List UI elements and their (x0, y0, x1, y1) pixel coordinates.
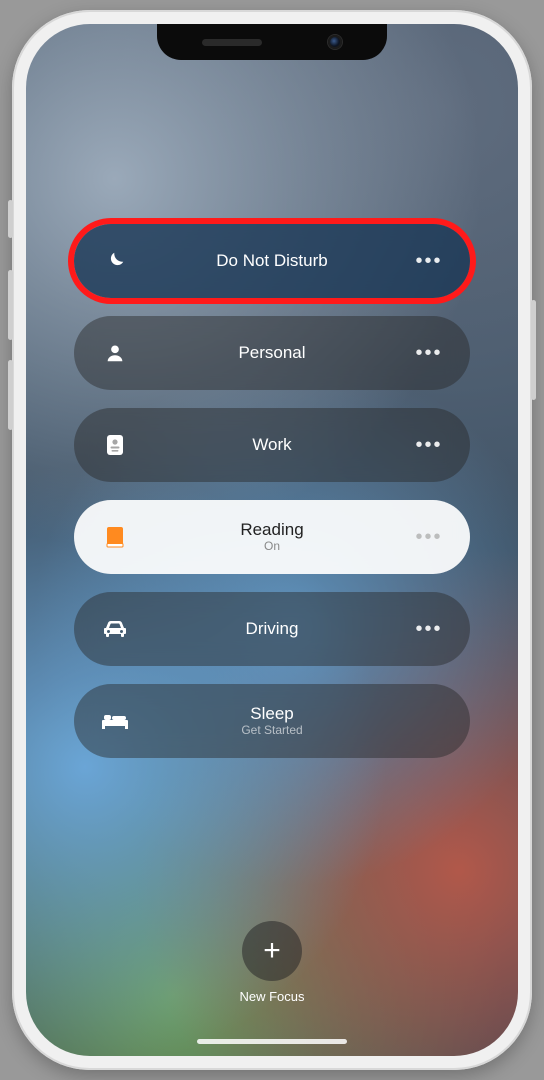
focus-row-work[interactable]: Work ••• (74, 408, 470, 482)
badge-icon (98, 433, 132, 457)
focus-label-wrap: ReadingOn (132, 520, 412, 554)
focus-label: Driving (246, 619, 299, 639)
focus-label-wrap: Personal (132, 343, 412, 363)
moon-icon (98, 250, 132, 272)
focus-row-dnd[interactable]: Do Not Disturb ••• (74, 224, 470, 298)
focus-mode-list: Do Not Disturb•••Personal•••Work•••Readi… (74, 224, 470, 758)
focus-row-personal[interactable]: Personal ••• (74, 316, 470, 390)
notch (157, 24, 387, 60)
screen: Do Not Disturb•••Personal•••Work•••Readi… (26, 24, 518, 1056)
focus-label-wrap: Work (132, 435, 412, 455)
focus-label-wrap: Do Not Disturb (132, 251, 412, 271)
speaker-grille (202, 39, 262, 46)
bed-icon (98, 712, 132, 730)
focus-row-driving[interactable]: Driving ••• (74, 592, 470, 666)
side-button (531, 300, 536, 400)
car-icon (98, 619, 132, 639)
focus-label: Sleep (250, 704, 293, 724)
new-focus-group: + New Focus (26, 921, 518, 1004)
book-icon (98, 526, 132, 548)
focus-label-wrap: Driving (132, 619, 412, 639)
more-options-button[interactable]: ••• (412, 342, 446, 365)
more-options-button[interactable]: ••• (412, 250, 446, 273)
person-icon (98, 342, 132, 364)
more-options-button[interactable]: ••• (412, 526, 446, 549)
focus-label: Work (252, 435, 291, 455)
volume-up-button (8, 270, 13, 340)
phone-frame: Do Not Disturb•••Personal•••Work•••Readi… (12, 10, 532, 1070)
focus-label-wrap: SleepGet Started (132, 704, 412, 738)
focus-sublabel: On (264, 540, 280, 554)
silent-switch (8, 200, 13, 238)
focus-label: Reading (240, 520, 303, 540)
focus-row-reading[interactable]: ReadingOn••• (74, 500, 470, 574)
more-options-button[interactable]: ••• (412, 434, 446, 457)
focus-label: Personal (238, 343, 305, 363)
new-focus-label: New Focus (239, 989, 304, 1004)
focus-row-sleep[interactable]: SleepGet Started (74, 684, 470, 758)
home-indicator[interactable] (197, 1039, 347, 1044)
more-options-button[interactable]: ••• (412, 618, 446, 641)
new-focus-button[interactable]: + (242, 921, 302, 981)
volume-down-button (8, 360, 13, 430)
focus-sublabel: Get Started (241, 724, 302, 738)
front-camera (328, 35, 342, 49)
focus-label: Do Not Disturb (216, 251, 327, 271)
